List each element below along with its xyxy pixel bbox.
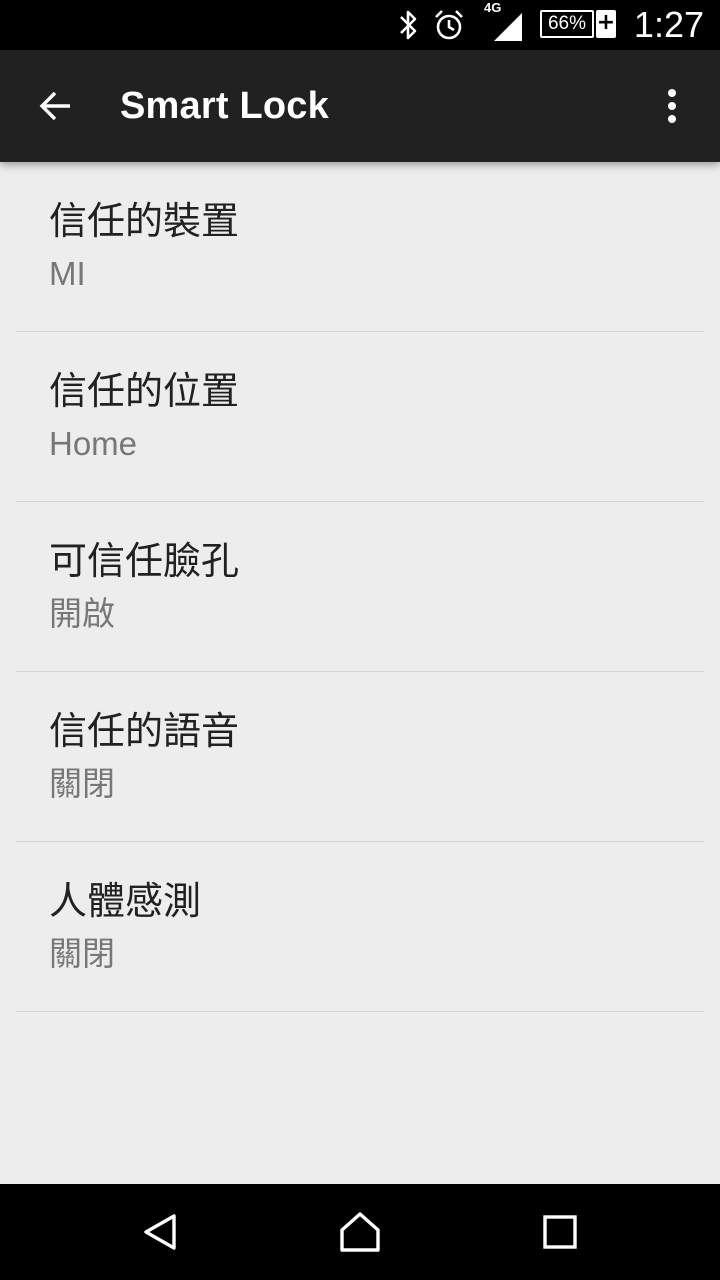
more-vert-icon bbox=[668, 89, 676, 123]
settings-list: 信任的裝置 MI 信任的位置 Home 可信任臉孔 開啟 信任的語音 關閉 人體… bbox=[0, 162, 720, 1012]
setting-title: 信任的裝置 bbox=[49, 199, 240, 243]
status-bar: 4G 66% + 1:27 bbox=[0, 0, 720, 50]
battery-percent: 66% bbox=[547, 13, 587, 34]
signal-icon bbox=[494, 13, 522, 41]
back-button[interactable] bbox=[24, 74, 88, 138]
setting-summary: Home bbox=[49, 425, 138, 462]
clock: 1:27 bbox=[633, 4, 704, 45]
setting-trusted-places[interactable]: 信任的位置 Home bbox=[16, 332, 704, 502]
setting-trusted-devices[interactable]: 信任的裝置 MI bbox=[16, 162, 704, 332]
setting-summary: 關閉 bbox=[49, 935, 115, 972]
setting-trusted-voice[interactable]: 信任的語音 關閉 bbox=[16, 672, 704, 842]
nav-back-button[interactable] bbox=[128, 1200, 192, 1264]
setting-trusted-face[interactable]: 可信任臉孔 開啟 bbox=[16, 502, 704, 672]
back-triangle-icon bbox=[144, 1214, 176, 1250]
setting-on-body-detection[interactable]: 人體感測 關閉 bbox=[16, 842, 704, 1012]
setting-summary: 關閉 bbox=[49, 765, 115, 802]
setting-summary: MI bbox=[49, 255, 86, 292]
bluetooth-icon bbox=[400, 10, 417, 40]
setting-summary: 開啟 bbox=[49, 595, 115, 632]
setting-title: 可信任臉孔 bbox=[49, 539, 240, 583]
navigation-bar bbox=[0, 1184, 720, 1280]
nav-home-button[interactable] bbox=[328, 1200, 392, 1264]
battery-charging-icon: + bbox=[596, 10, 616, 38]
setting-title: 信任的語音 bbox=[49, 709, 240, 753]
arrow-back-icon bbox=[39, 91, 70, 121]
setting-title: 信任的位置 bbox=[49, 369, 240, 413]
recents-square-icon bbox=[543, 1215, 577, 1249]
battery-icon: 66% bbox=[540, 10, 594, 38]
page-title: Smart Lock bbox=[120, 85, 329, 127]
nav-recents-button[interactable] bbox=[528, 1200, 592, 1264]
alarm-icon bbox=[435, 10, 463, 40]
overflow-menu-button[interactable] bbox=[640, 74, 704, 138]
home-icon bbox=[340, 1212, 380, 1252]
app-bar: Smart Lock bbox=[0, 50, 720, 162]
screen: 4G 66% + 1:27 Smart Lock 信任的裝置 MI 信任的位置 … bbox=[0, 0, 720, 1280]
setting-title: 人體感測 bbox=[49, 879, 202, 923]
